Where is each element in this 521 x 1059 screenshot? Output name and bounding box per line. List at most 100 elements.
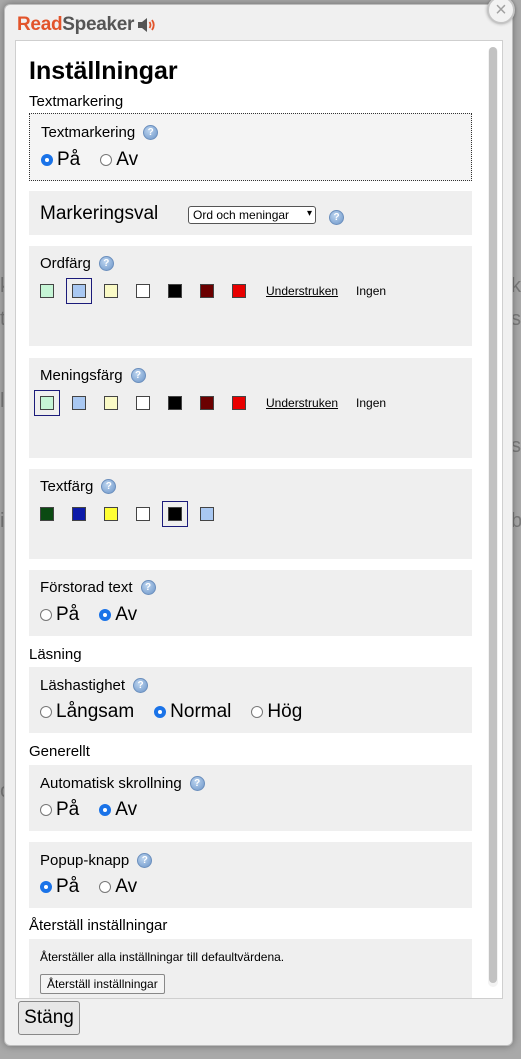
underline-option[interactable]: Understruken — [266, 396, 338, 410]
radio-icon[interactable] — [251, 706, 264, 718]
radio-selected-icon[interactable] — [40, 881, 52, 893]
radio-label: På — [56, 876, 80, 897]
textfarg-swatches — [34, 501, 226, 527]
color-swatch[interactable] — [66, 278, 92, 304]
chevron-down-icon: ▾ — [306, 208, 312, 219]
popup-on-radio[interactable]: På — [40, 876, 79, 898]
radio-icon[interactable] — [99, 881, 112, 893]
color-swatch[interactable] — [130, 390, 156, 416]
skrollning-label-text: Automatisk skrollning — [40, 775, 182, 792]
color-swatch-fill — [200, 396, 214, 410]
skrollning-off-radio[interactable]: Av — [99, 799, 137, 821]
popup-radios: På Av — [40, 876, 157, 898]
color-swatch[interactable] — [34, 390, 60, 416]
radio-label: På — [56, 604, 80, 625]
forstorad-label-text: Förstorad text — [40, 579, 133, 596]
help-icon[interactable]: ? — [329, 210, 344, 225]
help-icon[interactable]: ? — [130, 368, 146, 383]
color-swatch[interactable] — [162, 278, 188, 304]
radio-selected-icon[interactable] — [99, 609, 112, 621]
color-swatch-fill — [40, 507, 54, 521]
color-swatch[interactable] — [226, 390, 252, 416]
color-swatch-fill — [232, 284, 246, 298]
none-option[interactable]: Ingen — [356, 284, 386, 298]
logo-text-speaker: Speaker — [62, 14, 135, 35]
color-swatch[interactable] — [130, 501, 156, 527]
color-swatch-fill — [72, 284, 86, 298]
color-swatch[interactable] — [226, 278, 252, 304]
color-swatch-fill — [168, 507, 182, 521]
color-swatch[interactable] — [130, 278, 156, 304]
color-swatch[interactable] — [98, 390, 124, 416]
help-icon[interactable]: ? — [143, 125, 159, 140]
radio-icon[interactable] — [40, 706, 52, 718]
color-swatch[interactable] — [34, 278, 60, 304]
lashastighet-normal-radio[interactable]: Normal — [154, 701, 231, 723]
textmarkering-off-radio[interactable]: Av — [100, 149, 138, 171]
textmarkering-on-radio[interactable]: På — [41, 149, 80, 171]
ordfarg-swatches: Understruken Ingen — [34, 278, 386, 304]
radio-selected-icon[interactable] — [99, 804, 112, 816]
textmarkering-group: Textmarkering ? På Av — [29, 113, 472, 181]
color-swatch[interactable] — [162, 390, 188, 416]
markeringsval-select[interactable]: Ord och meningar ▾ — [188, 206, 316, 224]
radio-label: Normal — [170, 701, 232, 722]
radio-label: Av — [115, 876, 138, 897]
help-icon[interactable]: ? — [189, 776, 205, 791]
color-swatch-fill — [168, 284, 182, 298]
section-header-textmarkering: Textmarkering — [29, 93, 124, 110]
help-icon[interactable]: ? — [137, 853, 153, 868]
help-icon[interactable]: ? — [101, 479, 117, 494]
popup-group: Popup-knapp ? På Av — [29, 842, 472, 908]
underline-option[interactable]: Understruken — [266, 284, 338, 298]
section-header-generellt: Generellt — [29, 743, 90, 760]
radio-icon[interactable] — [40, 804, 52, 816]
lashastighet-radios: Långsam Normal Hög — [40, 701, 322, 723]
color-swatch[interactable] — [66, 390, 92, 416]
none-option[interactable]: Ingen — [356, 396, 386, 410]
color-swatch-fill — [40, 396, 54, 410]
color-swatch[interactable] — [194, 501, 220, 527]
popup-off-radio[interactable]: Av — [99, 876, 137, 898]
radio-icon[interactable] — [40, 609, 52, 621]
radio-icon[interactable] — [100, 154, 113, 166]
reset-settings-button[interactable]: Återställ inställningar — [40, 974, 165, 994]
color-swatch[interactable] — [194, 278, 220, 304]
radio-selected-icon[interactable] — [41, 154, 53, 166]
forstorad-on-radio[interactable]: På — [40, 604, 79, 626]
skrollning-on-radio[interactable]: På — [40, 799, 79, 821]
color-swatch[interactable] — [194, 390, 220, 416]
logo-text-read: Read — [17, 14, 63, 35]
skrollning-radios: På Av — [40, 799, 157, 821]
color-swatch-fill — [104, 396, 118, 410]
section-header-lasning: Läsning — [29, 646, 82, 663]
help-icon[interactable]: ? — [140, 580, 156, 595]
reset-group: Återställer alla inställningar till defa… — [29, 939, 472, 998]
help-icon[interactable]: ? — [98, 256, 114, 271]
forstorad-off-radio[interactable]: Av — [99, 604, 137, 626]
color-swatch-fill — [104, 284, 118, 298]
help-icon[interactable]: ? — [133, 678, 149, 693]
scrollbar-thumb[interactable] — [489, 47, 497, 983]
ordfarg-label-text: Ordfärg — [40, 255, 91, 272]
ordfarg-group: Ordfärg ? Understruken Ingen — [29, 246, 472, 346]
meningsfarg-group: Meningsfärg ? Understruken Ingen — [29, 358, 472, 458]
color-swatch-fill — [40, 284, 54, 298]
radio-selected-icon[interactable] — [154, 706, 167, 718]
markeringsval-label: Markeringsval — [40, 203, 159, 224]
radio-label: Av — [116, 149, 139, 170]
textmarkering-label-text: Textmarkering — [41, 124, 136, 141]
lashastighet-high-radio[interactable]: Hög — [251, 701, 302, 723]
color-swatch[interactable] — [98, 501, 124, 527]
color-swatch-fill — [136, 396, 150, 410]
color-swatch-fill — [136, 284, 150, 298]
lashastighet-slow-radio[interactable]: Långsam — [40, 701, 134, 723]
page-title: Inställningar — [29, 57, 178, 85]
close-button[interactable]: Stäng — [18, 1001, 80, 1035]
color-swatch[interactable] — [162, 501, 188, 527]
color-swatch[interactable] — [98, 278, 124, 304]
color-swatch-fill — [232, 396, 246, 410]
color-swatch[interactable] — [66, 501, 92, 527]
section-header-aterstall: Återställ inställningar — [29, 917, 168, 934]
color-swatch[interactable] — [34, 501, 60, 527]
